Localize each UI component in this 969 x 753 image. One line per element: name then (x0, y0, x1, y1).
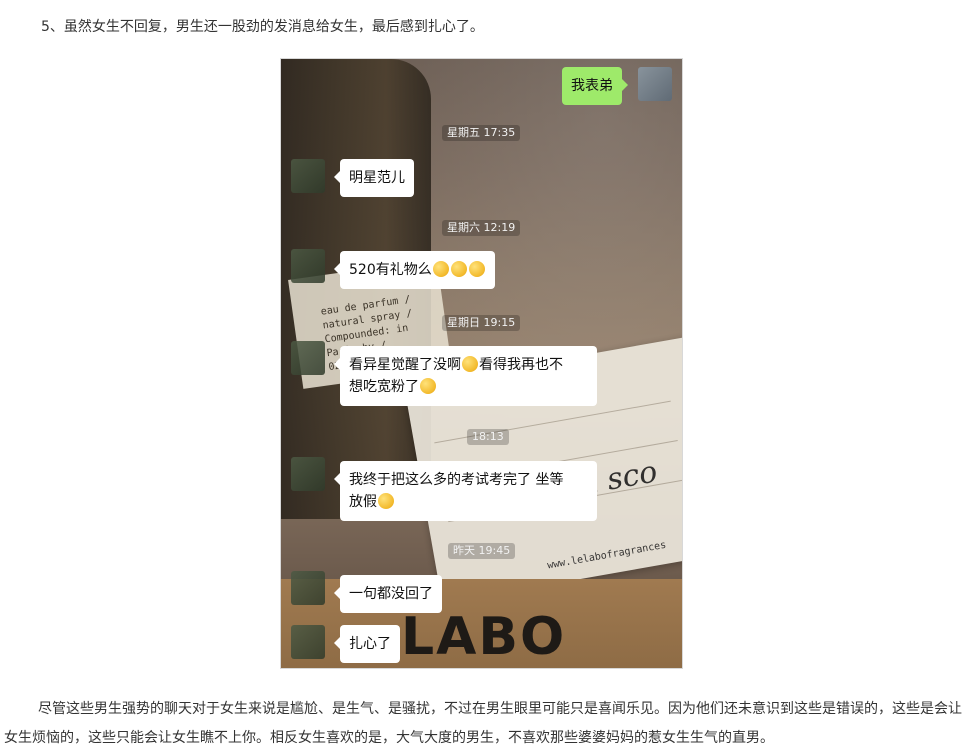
received-message-bubble: 明星范儿 (334, 159, 414, 197)
laughing-crying-emoji-icon (378, 493, 394, 509)
sent-message-text: 我表弟 (571, 78, 613, 94)
timestamp: 星期五 17:35 (442, 125, 521, 141)
timestamp: 星期六 12:19 (442, 220, 521, 236)
card-url-text: www.lelabofragrances (546, 539, 668, 572)
contact-avatar (291, 341, 325, 375)
message-text: 明星范儿 (349, 170, 405, 186)
section-heading: 5、虽然女生不回复，男生还一股劲的发消息给女生，最后感到扎心了。 (41, 19, 484, 35)
timestamp: 星期日 19:15 (442, 315, 521, 331)
chat-screenshot-image: eau de parfum / natural spray / Compound… (280, 58, 683, 669)
message-text: 扎心了 (349, 636, 391, 652)
message-text: 我终于把这么多的考试考完了 坐等 (349, 472, 564, 488)
brand-box-text: LABO (401, 607, 567, 667)
contact-avatar (291, 249, 325, 283)
message-text: 想吃宽粉了 (349, 379, 419, 395)
received-message-bubble: 我终于把这么多的考试考完了 坐等 放假 (334, 461, 597, 521)
message-text: 520有礼物么 (349, 262, 432, 278)
contact-avatar (291, 457, 325, 491)
message-text: 看得我再也不 (479, 357, 563, 373)
contact-avatar (291, 159, 325, 193)
message-text: 一句都没回了 (349, 586, 433, 602)
laughing-crying-emoji-icon (462, 356, 478, 372)
self-avatar (638, 67, 672, 101)
received-message-bubble: 看异星觉醒了没啊 看得我再也不 想吃宽粉了 (334, 346, 597, 406)
message-text: 看异星觉醒了没啊 (349, 357, 461, 373)
sent-message-bubble: 我表弟 (562, 67, 628, 105)
message-text: 放假 (349, 494, 377, 510)
received-message-bubble: 一句都没回了 (334, 575, 442, 613)
body-paragraph: 尽管这些男生强势的聊天对于女生来说是尴尬、是生气、是骚扰，不过在男生眼里可能只是… (4, 701, 962, 746)
contact-avatar (291, 625, 325, 659)
received-message-bubble: 扎心了 (334, 625, 400, 663)
laughing-crying-emoji-icon (432, 261, 449, 277)
timestamp: 昨天 19:45 (448, 543, 516, 559)
laughing-crying-emoji-icon (468, 261, 485, 277)
timestamp: 18:13 (467, 429, 509, 445)
contact-avatar (291, 571, 325, 605)
received-message-bubble: 520有礼物么 (334, 251, 495, 289)
laughing-crying-emoji-icon (450, 261, 467, 277)
laughing-crying-emoji-icon (420, 378, 436, 394)
